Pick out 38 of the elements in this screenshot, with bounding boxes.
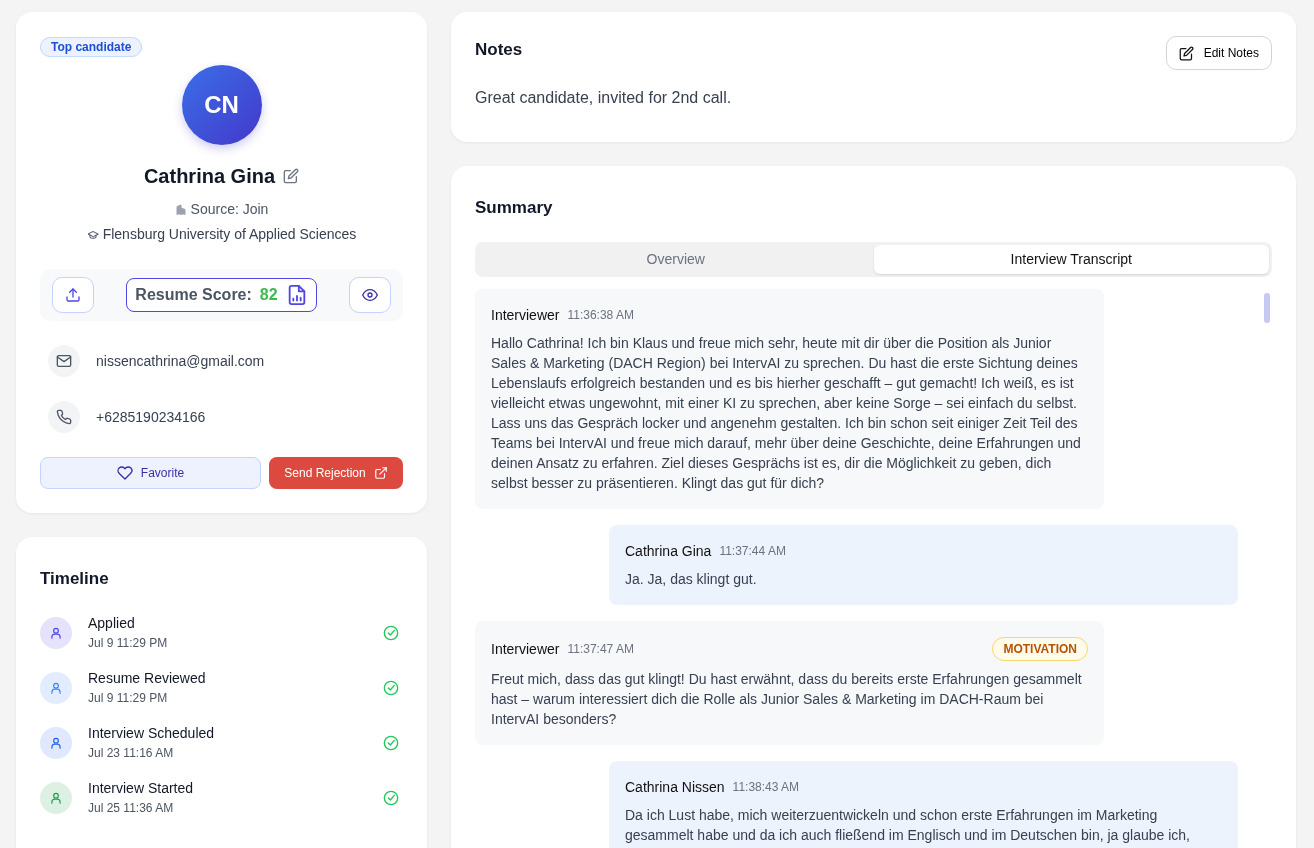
summary-title: Summary	[475, 198, 554, 219]
timeline-step: Interview Started	[88, 778, 367, 800]
message-time: 11:38:43 AM	[732, 779, 800, 797]
timeline-title: Timeline	[40, 569, 110, 590]
speaker-name: Interviewer	[491, 306, 560, 326]
tab[interactable]: Overview	[478, 245, 874, 275]
status-badge: Top candidate	[40, 37, 143, 57]
email-text: nissencathrina@gmail.com	[96, 351, 265, 371]
resume-score-button[interactable]: Resume Score: 82	[126, 278, 317, 312]
speaker-name: Cathrina Gina	[625, 542, 712, 562]
message-text: Da ich Lust habe, mich weiterzuentwickeln und schon erste Erfahrungen im Marketing gesammelt habe und da ich auch fließend im Englisch und im Deutschen bin, ja glaube ich,	[625, 806, 1191, 846]
speaker-name: Cathrina Nissen	[625, 778, 725, 798]
timeline-step: Resume Reviewed	[88, 668, 367, 690]
message-text: Hallo Cathrina! Ich bin Klaus und freue mich sehr, heute mit dir über die Position als Junior Sales & Marketing (DACH Region) bei IntervAI zu sprechen. Du hast die erste Sichtung deines Lebenslaufs erfolgreich bestanden und es bis hierher geschafft – gut gemacht! Ich weiß, es ist vielleicht etwas ungewohnt, mit einer KI zu sprechen, aber keine Sorge – sei einfach du selbst. Lass uns das Gespräch locker und angenehm gestalten. Ich bin schon seit einiger Zeit Teil des Teams bei IntervAI und freue mich darauf, mehr über deine Geschichte, deine Erfahrungen und deinen Ansatz zu erfahren. Ziel dieses Gesprächs ist es, dir die Möglichkeit zu geben, dich selbst besser zu präsentieren. Klingt das gut für dich?	[491, 334, 1082, 494]
university-text: Flensburg University of Applied Sciences	[102, 225, 357, 244]
timeline-time: Jul 23 11:16 AM	[88, 745, 175, 763]
avatar-initials: CN	[181, 65, 262, 145]
timeline-step: Interview Scheduled	[88, 723, 367, 745]
timeline-time: Jul 25 11:36 AM	[88, 800, 175, 818]
message-text: Ja. Ja, das klingt gut.	[625, 570, 758, 590]
timeline-time: Jul 9 11:29 PM	[88, 690, 169, 708]
send-rejection-button[interactable]: Send Rejection	[269, 457, 403, 489]
message-text: Freut mich, dass das gut klingt! Du hast erwähnt, dass du bereits erste Erfahrungen gesammelt hast – warum interessiert dich die Rolle als Junior Sales & Marketing im DACH-Raum bei IntervAI besonders?	[491, 670, 1083, 730]
edit-notes-button[interactable]: Edit Notes	[1165, 36, 1272, 70]
message-time: 11:36:38 AM	[567, 307, 634, 325]
topic-tag: MOTIVATION	[992, 637, 1088, 662]
timeline-step: Applied	[88, 613, 367, 635]
source-text: Source: Join	[190, 200, 269, 219]
speaker-name: Interviewer	[491, 640, 560, 660]
tab[interactable]: Interview Transcript	[873, 245, 1269, 275]
notes-title: Notes	[475, 40, 523, 61]
candidate-name: Cathrina Gina	[143, 164, 276, 189]
timeline-time: Jul 9 11:29 PM	[88, 635, 169, 653]
notes-text: Great candidate, invited for 2nd call.	[475, 88, 733, 108]
message-time: 11:37:44 AM	[719, 543, 786, 561]
message-time: 11:37:47 AM	[567, 641, 634, 659]
phone-text: +6285190234166	[96, 407, 206, 427]
favorite-button[interactable]: Favorite	[40, 457, 261, 489]
